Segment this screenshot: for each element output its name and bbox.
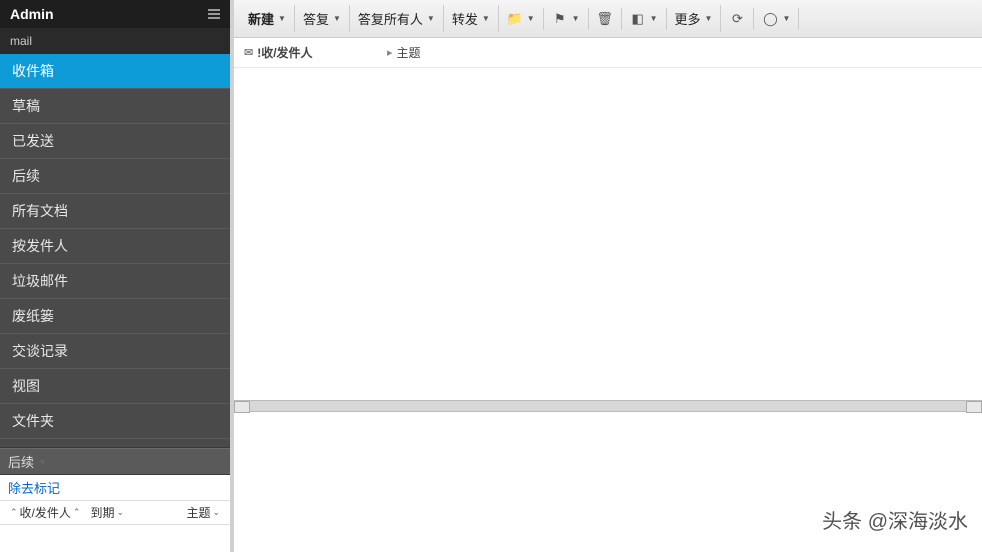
chevron-down-icon: ▼ (705, 14, 713, 23)
chevron-down-icon: ▼ (572, 14, 580, 23)
folder-label: 已发送 (12, 131, 54, 151)
folder-item[interactable]: 后续 (0, 159, 230, 194)
chevron-down-icon: ▼ (782, 14, 790, 23)
folder-item[interactable]: 所有文档 (0, 194, 230, 229)
triangle-right-icon: ▸ (387, 46, 393, 59)
folder-label: 交谈记录 (12, 341, 68, 361)
column-subject[interactable]: ▸ 主题 (387, 44, 421, 61)
folder-label: 按发件人 (12, 236, 68, 256)
folder-list: 收件箱草稿已发送后续所有文档按发件人垃圾邮件废纸篓交谈记录视图文件夹▶归档▶工具… (0, 54, 230, 447)
folder-item[interactable]: 按发件人 (0, 229, 230, 264)
spacer (0, 524, 230, 552)
main-panel: 新建▼ 答复▼ 答复所有人▼ 转发▼ 📁▼ ⚑▼ 🗑 ◧▼ 更多▼ ⟳ ◯▼ ✉… (230, 0, 982, 552)
chevron-down-icon: ▼ (38, 457, 47, 467)
bubble-icon: ◯ (762, 12, 778, 26)
flag-button[interactable]: ⚑▼ (544, 8, 589, 30)
chevron-down-icon: ▼ (427, 14, 435, 23)
flag-icon: ⚑ (552, 12, 568, 26)
delete-button[interactable]: 🗑 (589, 8, 622, 30)
folder-label: 视图 (12, 376, 40, 396)
folder-item[interactable]: 收件箱 (0, 54, 230, 89)
folder-label: 文件夹 (12, 411, 54, 431)
caret-down-icon: ⌄ (212, 507, 220, 518)
sidebar: Admin mail 收件箱草稿已发送后续所有文档按发件人垃圾邮件废纸篓交谈记录… (0, 0, 230, 552)
folder-item[interactable]: 视图 (0, 369, 230, 404)
folder-item[interactable]: ▶归档 (0, 439, 230, 447)
chevron-down-icon: ▼ (527, 14, 535, 23)
clear-marks-link[interactable]: 除去标记 (0, 475, 230, 500)
folder-item[interactable]: 草稿 (0, 89, 230, 124)
caret-up-icon: ⌃ (73, 507, 81, 518)
sidebar-header: Admin (0, 0, 230, 28)
toolbar: 新建▼ 答复▼ 答复所有人▼ 转发▼ 📁▼ ⚑▼ 🗑 ◧▼ 更多▼ ⟳ ◯▼ (234, 0, 982, 38)
mail-account-label[interactable]: mail (0, 28, 230, 54)
hamburger-icon[interactable] (208, 9, 220, 19)
folder-label: 后续 (12, 166, 40, 186)
forward-button[interactable]: 转发▼ (444, 5, 499, 32)
folder-item[interactable]: 文件夹 (0, 404, 230, 439)
folder-label: 所有文档 (12, 201, 68, 221)
envelope-icon: ✉ (244, 46, 253, 59)
folder-label: 归档 (34, 446, 62, 447)
folder-item[interactable]: 已发送 (0, 124, 230, 159)
show-button[interactable]: ◯▼ (754, 8, 799, 30)
reply-button[interactable]: 答复▼ (295, 5, 350, 32)
folder-button[interactable]: 📁▼ (499, 8, 544, 30)
box-icon: ◧ (630, 12, 646, 26)
folder-item[interactable]: 交谈记录 (0, 334, 230, 369)
folder-label: 废纸篓 (12, 306, 54, 326)
more-button[interactable]: 更多▼ (667, 5, 722, 32)
caret-up-icon: ⌃ (10, 507, 18, 518)
folder-label: 收件箱 (12, 61, 54, 81)
watermark: 头条 @深海淡水 (822, 505, 968, 534)
followup-bar[interactable]: 后续 ▼ (0, 448, 230, 475)
move-button[interactable]: ◧▼ (622, 8, 667, 30)
folder-label: 草稿 (12, 96, 40, 116)
filter-due[interactable]: 到期 ⌄ (86, 503, 128, 522)
chevron-down-icon: ▼ (333, 14, 341, 23)
caret-down-icon: ⌄ (116, 507, 124, 518)
column-sender[interactable]: ✉ !收/发件人 (244, 44, 379, 61)
folder-icon: 📁 (507, 12, 523, 26)
column-headers: ✉ !收/发件人 ▸ 主题 (234, 38, 982, 68)
admin-title: Admin (10, 6, 54, 22)
folder-item[interactable]: 垃圾邮件 (0, 264, 230, 299)
filter-sender[interactable]: ⌃ 收/发件人 ⌃ (6, 503, 84, 522)
chevron-down-icon: ▼ (650, 14, 658, 23)
filter-row: ⌃ 收/发件人 ⌃ 到期 ⌄ 主题 ⌄ (0, 500, 230, 524)
new-button[interactable]: 新建▼ (240, 5, 295, 32)
folder-label: 垃圾邮件 (12, 271, 68, 291)
refresh-icon: ⟳ (729, 12, 745, 26)
filter-subject[interactable]: 主题 ⌄ (182, 503, 224, 522)
chevron-down-icon: ▼ (482, 14, 490, 23)
chevron-down-icon: ▼ (278, 14, 286, 23)
folder-item[interactable]: 废纸篓 (0, 299, 230, 334)
message-list (234, 68, 982, 400)
trash-icon: 🗑 (597, 12, 613, 26)
horizontal-splitter[interactable] (234, 400, 982, 412)
reply-all-button[interactable]: 答复所有人▼ (350, 5, 444, 32)
refresh-button[interactable]: ⟳ (721, 8, 754, 30)
bottom-panel: 后续 ▼ 除去标记 ⌃ 收/发件人 ⌃ 到期 ⌄ 主题 ⌄ (0, 448, 230, 552)
